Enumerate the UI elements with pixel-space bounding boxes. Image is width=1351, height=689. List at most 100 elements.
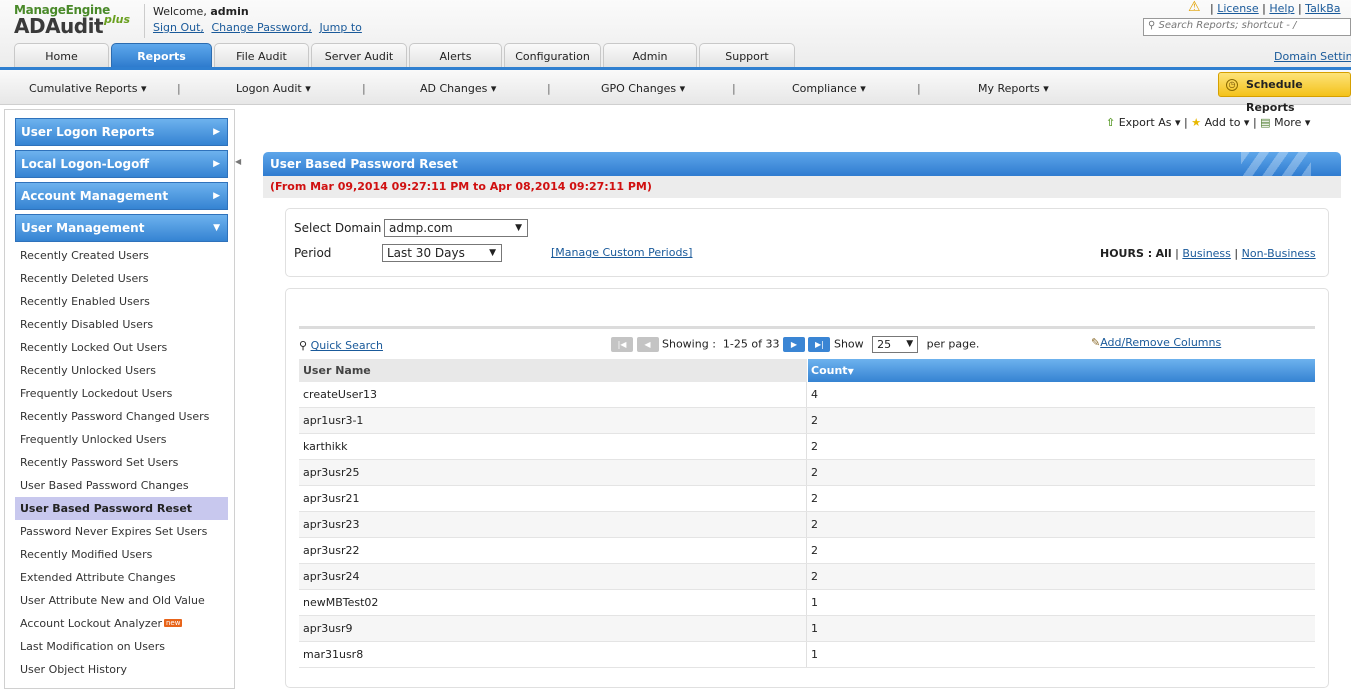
sidebar-item-user-attribute-new-and-old-value[interactable]: User Attribute New and Old Value — [15, 589, 228, 612]
per-page-select[interactable]: 25 ▼ — [872, 336, 919, 353]
sidebar-item-password-never-expires-set-users[interactable]: Password Never Expires Set Users — [15, 520, 228, 543]
sidebar-item-recently-locked-out-users[interactable]: Recently Locked Out Users — [15, 336, 228, 359]
sidebar-item-recently-modified-users[interactable]: Recently Modified Users — [15, 543, 228, 566]
search-placeholder: Search Reports; shortcut - / — [1158, 20, 1297, 31]
dropdown-arrow-icon: ▼ — [489, 248, 496, 258]
first-page-button[interactable]: |◀ — [611, 337, 633, 352]
export-icon: ⇧ — [1106, 116, 1116, 129]
tab-support[interactable]: Support — [699, 43, 795, 68]
tab-home[interactable]: Home — [14, 43, 109, 68]
sidebar-item-user-object-history[interactable]: User Object History — [15, 658, 228, 681]
tab-configuration[interactable]: Configuration — [504, 43, 601, 68]
sidebar-item-recently-unlocked-users[interactable]: Recently Unlocked Users — [15, 359, 228, 382]
sidebar-item-recently-disabled-users[interactable]: Recently Disabled Users — [15, 313, 228, 336]
jump-to-link[interactable]: Jump to — [319, 21, 361, 34]
domain-select-value: admp.com — [389, 221, 453, 235]
tab-file-audit[interactable]: File Audit — [214, 43, 309, 68]
table-row[interactable]: apr3usr21 2 — [299, 486, 1315, 512]
sidebar-item-last-modification-on-users[interactable]: Last Modification on Users — [15, 635, 228, 658]
table-row[interactable]: karthikk 2 — [299, 434, 1315, 460]
hours-all-option[interactable]: All — [1156, 247, 1172, 260]
sidebar-category-account-management[interactable]: Account Management ▶ — [15, 182, 228, 210]
quick-search-link[interactable]: ⚲ Quick Search — [299, 339, 383, 352]
cell-user-name: apr3usr9 — [299, 616, 807, 641]
tab-alerts[interactable]: Alerts — [409, 43, 502, 68]
warning-icon[interactable]: ⚠ — [1188, 0, 1201, 15]
sidebar-item-recently-deleted-users[interactable]: Recently Deleted Users — [15, 267, 228, 290]
add-remove-columns-link[interactable]: ✎Add/Remove Columns — [1091, 336, 1221, 349]
dropdown-arrow-icon: ▼ — [906, 339, 914, 349]
title-decoration — [1241, 152, 1311, 176]
filter-panel: Select Domain admp.com ▼ Period Last 30 D… — [285, 208, 1329, 277]
sidebar-item-recently-enabled-users[interactable]: Recently Enabled Users — [15, 290, 228, 313]
chevron-right-icon: ▶ — [213, 191, 220, 201]
subnav-separator: | — [732, 82, 736, 95]
sidebar-item-user-based-password-changes[interactable]: User Based Password Changes — [15, 474, 228, 497]
subnav-cumulative-reports[interactable]: Cumulative Reports ▾ — [29, 82, 147, 95]
subnav-compliance[interactable]: Compliance ▾ — [792, 82, 866, 95]
column-header-count[interactable]: Count▼ — [808, 359, 1315, 382]
sidebar-item-account-lockout-analyzer[interactable]: Account Lockout Analyzer new — [15, 612, 228, 635]
magnifier-icon: ⚲ — [299, 339, 308, 352]
chevron-down-icon: ▼ — [213, 223, 220, 233]
change-password-link[interactable]: Change Password, — [211, 21, 312, 34]
period-select[interactable]: Last 30 Days ▼ — [382, 244, 502, 262]
table-row[interactable]: apr3usr22 2 — [299, 538, 1315, 564]
sidebar-category-user-management[interactable]: User Management ▼ — [15, 214, 228, 242]
sidebar-category-user-logon-reports[interactable]: User Logon Reports ▶ — [15, 118, 228, 146]
cell-user-name: karthikk — [299, 434, 807, 459]
sidebar-category-local-logon-logoff[interactable]: Local Logon-Logoff ▶ — [15, 150, 228, 178]
table-row[interactable]: apr3usr25 2 — [299, 460, 1315, 486]
showing-range: 1-25 of 33 — [722, 337, 780, 351]
collapse-sidebar-icon[interactable]: ◀ — [235, 157, 241, 166]
sidebar-item-user-based-password-reset[interactable]: User Based Password Reset — [15, 497, 228, 520]
table-row[interactable]: newMBTest02 1 — [299, 590, 1315, 616]
sidebar-item-recently-password-changed-users[interactable]: Recently Password Changed Users — [15, 405, 228, 428]
help-link[interactable]: Help — [1269, 2, 1294, 15]
sidebar-item-recently-created-users[interactable]: Recently Created Users — [15, 244, 228, 267]
sidebar-item-extended-attribute-changes[interactable]: Extended Attribute Changes — [15, 566, 228, 589]
subnav-gpo-changes[interactable]: GPO Changes ▾ — [601, 82, 685, 95]
help-links: | License | Help | TalkBa — [1210, 2, 1341, 15]
report-category-nav: Cumulative Reports ▾ | Logon Audit ▾ | A… — [0, 70, 1351, 105]
subnav-my-reports[interactable]: My Reports ▾ — [978, 82, 1049, 95]
sort-desc-icon: ▼ — [847, 367, 854, 376]
export-button[interactable]: ⇧ Export As ▾ — [1106, 116, 1181, 129]
tab-server-audit[interactable]: Server Audit — [311, 43, 407, 68]
select-domain-label: Select Domain — [294, 221, 382, 235]
table-row[interactable]: apr3usr24 2 — [299, 564, 1315, 590]
sidebar-item-recently-password-set-users[interactable]: Recently Password Set Users — [15, 451, 228, 474]
table-row[interactable]: apr3usr23 2 — [299, 512, 1315, 538]
tab-admin[interactable]: Admin — [603, 43, 697, 68]
subnav-separator: | — [362, 82, 366, 95]
welcome-text: Welcome, admin — [153, 5, 249, 18]
more-button[interactable]: ▤ More ▾ — [1260, 116, 1310, 129]
license-link[interactable]: License — [1217, 2, 1258, 15]
last-page-button[interactable]: ▶| — [808, 337, 831, 352]
table-row[interactable]: apr3usr9 1 — [299, 616, 1315, 642]
cell-count: 2 — [811, 518, 818, 531]
column-header-user-name[interactable]: User Name — [299, 359, 807, 382]
sign-out-link[interactable]: Sign Out, — [153, 21, 204, 34]
table-row[interactable]: mar31usr8 1 — [299, 642, 1315, 668]
hours-non-business-link[interactable]: Non-Business — [1242, 247, 1316, 260]
tab-reports[interactable]: Reports — [111, 43, 212, 68]
subnav-logon-audit[interactable]: Logon Audit ▾ — [236, 82, 311, 95]
add-to-button[interactable]: ★ Add to ▾ — [1191, 116, 1249, 129]
next-page-button[interactable]: ▶ — [782, 337, 805, 352]
table-row[interactable]: createUser13 4 — [299, 382, 1315, 408]
domain-settings-link[interactable]: Domain Settin — [1274, 50, 1351, 63]
logo-plus: plus — [104, 13, 131, 26]
manage-custom-periods-link[interactable]: [Manage Custom Periods] — [551, 246, 692, 259]
cell-user-name: createUser13 — [299, 382, 807, 407]
table-row[interactable]: apr1usr3-1 2 — [299, 408, 1315, 434]
domain-select[interactable]: admp.com ▼ — [384, 219, 528, 237]
search-input[interactable]: ⚲ Search Reports; shortcut - / — [1143, 18, 1351, 36]
talkback-link[interactable]: TalkBa — [1305, 2, 1340, 15]
prev-page-button[interactable]: ◀ — [636, 337, 659, 352]
sidebar-item-frequently-lockedout-users[interactable]: Frequently Lockedout Users — [15, 382, 228, 405]
subnav-ad-changes[interactable]: AD Changes ▾ — [420, 82, 496, 95]
pagination: |◀ ◀ Showing : 1-25 of 33 ▶ ▶| Show 25 ▼ … — [611, 336, 979, 353]
hours-business-link[interactable]: Business — [1182, 247, 1231, 260]
sidebar-item-frequently-unlocked-users[interactable]: Frequently Unlocked Users — [15, 428, 228, 451]
